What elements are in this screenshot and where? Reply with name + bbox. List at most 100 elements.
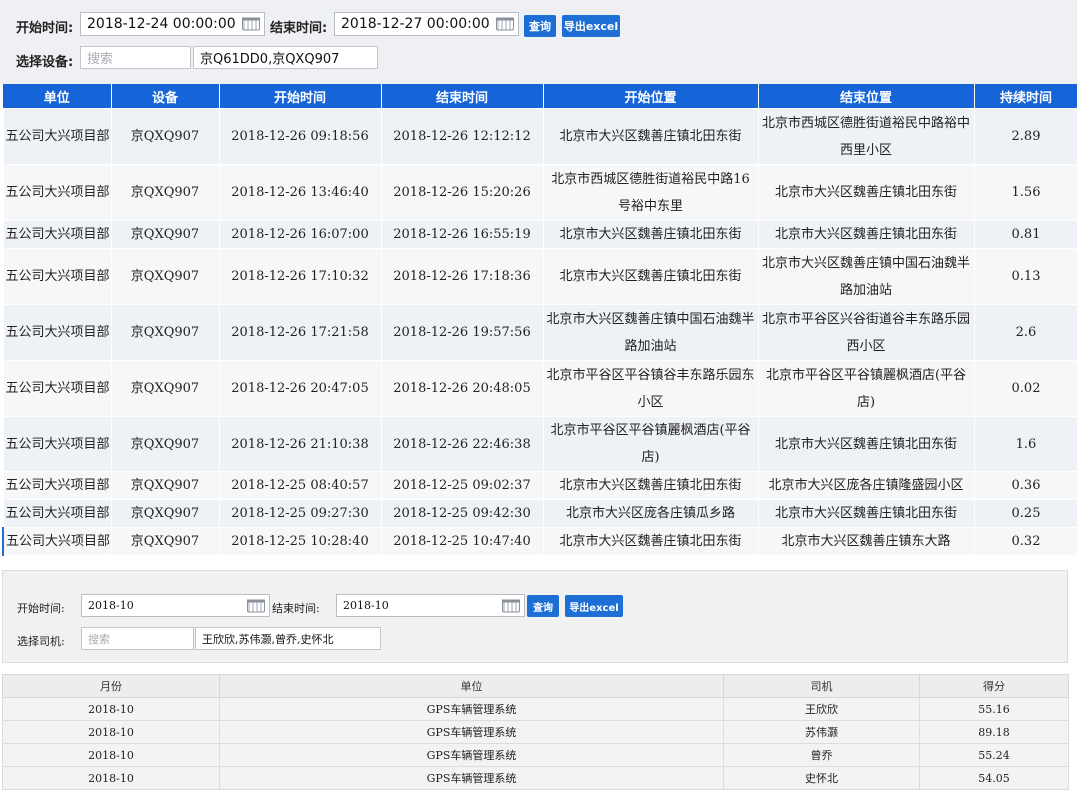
score-cell: 89.18 xyxy=(919,720,1069,744)
end-time-cell: 2018-12-25 09:02:37 xyxy=(380,471,544,500)
table-row[interactable]: 五公司大兴项目部 京QXQ907 2018-12-26 17:21:58 201… xyxy=(2,304,1077,361)
calendar-icon[interactable] xyxy=(247,599,265,612)
month-start-label: 开始时间: xyxy=(17,602,65,615)
table-row[interactable]: 五公司大兴项目部 京QXQ907 2018-12-26 21:10:38 201… xyxy=(2,416,1077,472)
calendar-icon[interactable] xyxy=(242,17,260,31)
month-end-input[interactable]: 2018-10 xyxy=(336,594,525,617)
table-row[interactable]: 2018-10 GPS车辆管理系统 王欣欣 55.16 xyxy=(2,697,1069,721)
column-header[interactable]: 开始时间 xyxy=(219,84,382,109)
duration-cell: 0.02 xyxy=(973,360,1077,417)
score-cell: 55.16 xyxy=(919,697,1069,721)
column-header[interactable]: 开始位置 xyxy=(543,84,759,109)
end-time-cell: 2018-12-26 19:57:56 xyxy=(380,304,544,361)
table-row[interactable]: 五公司大兴项目部 京QXQ907 2018-12-26 09:18:56 201… xyxy=(2,108,1077,165)
start-time-cell: 2018-12-25 08:40:57 xyxy=(218,471,382,500)
start-time-cell: 2018-12-26 16:07:00 xyxy=(218,220,382,249)
end-time-cell: 2018-12-26 15:20:26 xyxy=(380,164,544,221)
start-location-cell: 北京市平谷区平谷镇麗枫酒店(平谷店) xyxy=(542,416,759,472)
start-location-cell: 北京市大兴区魏善庄镇北田东街 xyxy=(542,471,759,500)
unit-cell: 五公司大兴项目部 xyxy=(2,527,112,556)
start-time-cell: 2018-12-26 13:46:40 xyxy=(218,164,382,221)
device-cell: 京QXQ907 xyxy=(110,499,220,528)
table-row[interactable]: 五公司大兴项目部 京QXQ907 2018-12-25 10:28:40 201… xyxy=(2,527,1077,556)
column-header[interactable]: 月份 xyxy=(2,674,220,698)
unit-cell: GPS车辆管理系统 xyxy=(219,697,724,721)
table-row[interactable]: 五公司大兴项目部 京QXQ907 2018-12-26 13:46:40 201… xyxy=(2,164,1077,221)
duration-cell: 0.32 xyxy=(973,527,1077,556)
table-row[interactable]: 五公司大兴项目部 京QXQ907 2018-12-26 20:47:05 201… xyxy=(2,360,1077,417)
month-end-label: 结束时间: xyxy=(272,602,320,615)
score-query-button[interactable]: 查询 xyxy=(527,595,559,617)
column-header[interactable]: 单位 xyxy=(3,84,112,109)
end-location-cell: 北京市大兴区魏善庄镇中国石油魏半路加油站 xyxy=(757,248,975,305)
start-time-cell: 2018-12-26 17:21:58 xyxy=(218,304,382,361)
start-location-cell: 北京市平谷区平谷镇谷丰东路乐园东小区 xyxy=(542,360,759,417)
duration-cell: 0.81 xyxy=(973,220,1077,249)
driver-cell: 史怀北 xyxy=(723,766,920,790)
calendar-icon[interactable] xyxy=(496,17,514,31)
driver-cell: 苏伟灏 xyxy=(723,720,920,744)
device-search-input[interactable]: 搜索 xyxy=(80,46,191,69)
column-header[interactable]: 持续时间 xyxy=(974,84,1077,109)
selected-drivers-field[interactable]: 王欣欣,苏伟灏,曾乔,史怀北 xyxy=(195,627,381,650)
column-header[interactable]: 得分 xyxy=(919,674,1069,698)
start-time-cell: 2018-12-26 17:10:32 xyxy=(218,248,382,305)
month-cell: 2018-10 xyxy=(2,766,220,790)
device-cell: 京QXQ907 xyxy=(110,360,220,417)
export-excel-button[interactable]: 导出excel xyxy=(562,15,620,37)
end-location-cell: 北京市大兴区魏善庄镇东大路 xyxy=(757,527,975,556)
end-location-cell: 北京市大兴区庞各庄镇隆盛园小区 xyxy=(757,471,975,500)
device-cell: 京QXQ907 xyxy=(110,108,220,165)
query-button[interactable]: 查询 xyxy=(524,15,556,37)
column-header[interactable]: 结束位置 xyxy=(758,84,975,109)
end-time-value: 2018-12-27 00:00:00 xyxy=(341,16,490,32)
start-time-cell: 2018-12-26 20:47:05 xyxy=(218,360,382,417)
calendar-icon[interactable] xyxy=(502,599,520,612)
end-time-cell: 2018-12-26 12:12:12 xyxy=(380,108,544,165)
duration-cell: 0.25 xyxy=(973,499,1077,528)
table-row[interactable]: 五公司大兴项目部 京QXQ907 2018-12-25 09:27:30 201… xyxy=(2,499,1077,528)
column-header[interactable]: 结束时间 xyxy=(381,84,544,109)
device-select-label: 选择设备: xyxy=(16,55,74,70)
end-time-cell: 2018-12-26 17:18:36 xyxy=(380,248,544,305)
unit-cell: 五公司大兴项目部 xyxy=(2,164,112,221)
table-row[interactable]: 五公司大兴项目部 京QXQ907 2018-12-25 08:40:57 201… xyxy=(2,471,1077,500)
table-row[interactable]: 五公司大兴项目部 京QXQ907 2018-12-26 17:10:32 201… xyxy=(2,248,1077,305)
driver-cell: 曾乔 xyxy=(723,743,920,767)
month-start-value: 2018-10 xyxy=(88,599,134,612)
duration-cell: 2.6 xyxy=(973,304,1077,361)
driver-score-table: 月份 单位 司机 得分 2018-10 GPS车辆管理系统 王欣欣 55.16 … xyxy=(2,674,1069,790)
table-row[interactable]: 2018-10 GPS车辆管理系统 史怀北 54.05 xyxy=(2,766,1069,790)
unit-cell: 五公司大兴项目部 xyxy=(2,220,112,249)
device-cell: 京QXQ907 xyxy=(110,304,220,361)
table-row[interactable]: 2018-10 GPS车辆管理系统 曾乔 55.24 xyxy=(2,743,1069,767)
end-time-input[interactable]: 2018-12-27 00:00:00 xyxy=(334,12,519,36)
end-time-cell: 2018-12-25 10:47:40 xyxy=(380,527,544,556)
column-header[interactable]: 单位 xyxy=(219,674,724,698)
unit-cell: 五公司大兴项目部 xyxy=(2,499,112,528)
device-cell: 京QXQ907 xyxy=(110,471,220,500)
driver-search-input[interactable]: 搜索 xyxy=(81,627,194,650)
device-cell: 京QXQ907 xyxy=(110,527,220,556)
selected-devices-field[interactable]: 京Q61DD0,京QXQ907 xyxy=(193,46,378,69)
start-time-input[interactable]: 2018-12-24 00:00:00 xyxy=(80,12,265,36)
column-header[interactable]: 司机 xyxy=(723,674,920,698)
end-location-cell: 北京市平谷区平谷镇麗枫酒店(平谷店) xyxy=(757,360,975,417)
table-row[interactable]: 五公司大兴项目部 京QXQ907 2018-12-26 16:07:00 201… xyxy=(2,220,1077,249)
month-cell: 2018-10 xyxy=(2,743,220,767)
device-cell: 京QXQ907 xyxy=(110,416,220,472)
unit-cell: GPS车辆管理系统 xyxy=(219,766,724,790)
column-header[interactable]: 设备 xyxy=(111,84,220,109)
score-export-excel-button[interactable]: 导出excel xyxy=(565,595,623,617)
score-filter-panel: 开始时间: 2018-10 结束时间: 2018-10 查询 导出excel 选… xyxy=(2,570,1068,663)
score-cell: 55.24 xyxy=(919,743,1069,767)
end-location-cell: 北京市西城区德胜街道裕民中路裕中西里小区 xyxy=(757,108,975,165)
table-row[interactable]: 2018-10 GPS车辆管理系统 苏伟灏 89.18 xyxy=(2,720,1069,744)
end-location-cell: 北京市大兴区魏善庄镇北田东街 xyxy=(757,164,975,221)
start-location-cell: 北京市西城区德胜街道裕民中路16号裕中东里 xyxy=(542,164,759,221)
unit-cell: 五公司大兴项目部 xyxy=(2,248,112,305)
end-time-cell: 2018-12-26 22:46:38 xyxy=(380,416,544,472)
month-start-input[interactable]: 2018-10 xyxy=(81,594,270,617)
start-time-cell: 2018-12-26 21:10:38 xyxy=(218,416,382,472)
month-cell: 2018-10 xyxy=(2,697,220,721)
